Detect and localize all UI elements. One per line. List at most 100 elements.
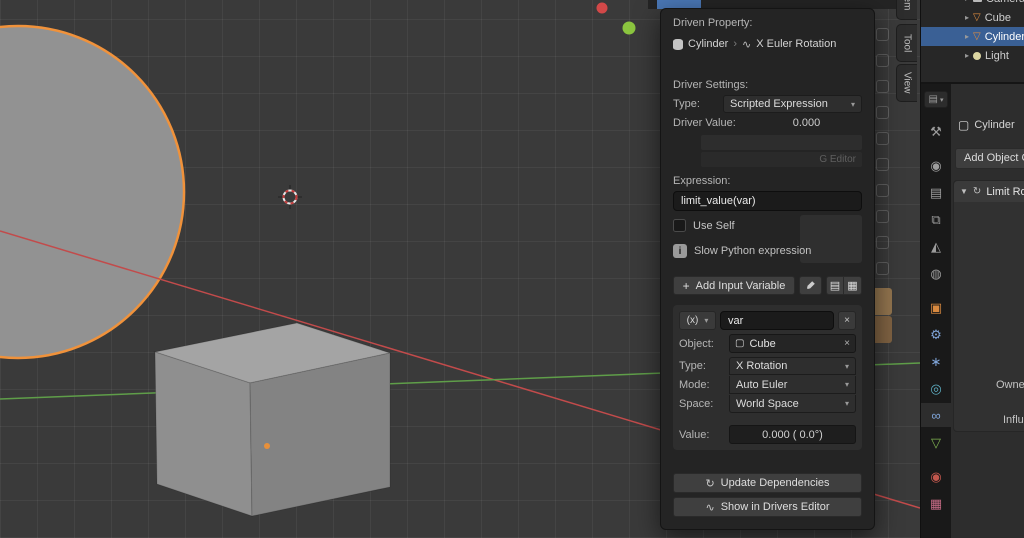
cube-icon: ▢ (735, 338, 744, 349)
space-dropdown[interactable]: World Space ▾ (729, 395, 856, 413)
clear-object-icon[interactable]: × (844, 338, 850, 349)
rotation-mode-dropdown[interactable]: Auto Euler ▾ (729, 376, 856, 394)
cube-object[interactable] (155, 323, 390, 516)
obscured-icon (876, 28, 889, 41)
gizmo-axis-dot-red[interactable] (597, 3, 608, 14)
breadcrumb-object-name: Cylinder (974, 119, 1014, 131)
outliner-row-camera[interactable]: ▸ Camera (921, 0, 1024, 8)
add-input-variable-label: Add Input Variable (696, 280, 786, 292)
properties-tab-texture[interactable]: ▦ (921, 491, 951, 515)
expression-label: Expression: (673, 175, 862, 187)
driver-type-dropdown[interactable]: Scripted Expression ▾ (723, 95, 862, 113)
constraint-icon: ↻ (973, 186, 981, 197)
sidebar-tab-tool[interactable]: Tool (896, 24, 917, 62)
expand-icon[interactable]: ▸ (965, 0, 969, 3)
properties-tab-material[interactable]: ◉ (921, 464, 951, 488)
mesh-icon: ▽ (973, 12, 981, 23)
show-in-drivers-editor-label: Show in Drivers Editor (721, 501, 830, 513)
use-self-checkbox[interactable] (673, 219, 686, 232)
driver-value-label: Driver Value: (673, 117, 751, 129)
outliner-row-light[interactable]: ▸ Light (921, 46, 1024, 65)
add-object-constraint-button[interactable]: Add Object Constraint (955, 148, 1024, 169)
copy-icon: ▤ (830, 279, 840, 292)
expand-icon[interactable]: ▸ (965, 32, 969, 41)
target-object-name: Cylinder (688, 38, 728, 50)
cylinder-object[interactable] (0, 26, 184, 358)
properties-tab-modifiers[interactable]: ⚙ (921, 322, 951, 346)
channel-type-label: Type: (679, 360, 729, 372)
properties-tab-physics[interactable]: ◎ (921, 376, 951, 400)
properties-tab-particles[interactable]: ∗ (921, 349, 951, 373)
expand-icon[interactable]: ▸ (965, 13, 969, 22)
editor-type-selector[interactable]: ▤ ▾ (924, 91, 948, 108)
add-input-variable-button[interactable]: + Add Input Variable (673, 276, 795, 295)
variable-value: 0.000 ( 0.0°) (729, 425, 856, 444)
obscured-row (701, 135, 862, 150)
driver-popover: Driven Property: Cylinder › ∿ X Euler Ro… (660, 8, 875, 530)
properties-tab-constraints[interactable]: ∞ (921, 403, 951, 427)
update-dependencies-button[interactable]: ↻ Update Dependencies (673, 473, 862, 493)
properties-tab-output[interactable]: ▤ (921, 180, 951, 204)
constraint-panel-title: Limit Rotation (986, 186, 1024, 198)
driven-property-path: Cylinder › ∿ X Euler Rotation (673, 35, 862, 53)
outliner-row-cylinder[interactable]: ▸ ▽ Cylinder (921, 27, 1024, 46)
obscured-panel-icons (876, 28, 889, 288)
object-icon: ▣ (930, 301, 942, 314)
object-label: Object: (679, 338, 729, 350)
blender-window: Item Tool View Driven Property: Cylinder… (0, 0, 1024, 538)
variable-type-icon: (x) (687, 315, 699, 326)
paste-icon: ▦ (847, 279, 857, 292)
properties-tab-scene[interactable]: ◭ (921, 234, 951, 258)
obscured-icon (876, 236, 889, 249)
driven-property-label: Driven Property: (673, 17, 862, 29)
outliner-label: Camera (986, 0, 1024, 5)
properties-tab-column: ▤ ▾ ⚒ ◉ ▤ ⧉ ◭ ◍ ▣ ⚙ ∗ ◎ ∞ ▽ ◉ ▦ (921, 84, 951, 538)
chevron-down-icon: ▾ (851, 100, 855, 109)
paste-driver-variables-button[interactable]: ▦ (844, 276, 862, 295)
rotation-mode-value: Auto Euler (736, 379, 787, 391)
drivers-editor-icon: ∿ (705, 501, 714, 514)
object-origin-dot (264, 443, 270, 449)
light-icon (973, 52, 981, 60)
sidebar-tab-item[interactable]: Item (896, 0, 917, 20)
rotation-channel-value: X Rotation (736, 360, 787, 372)
show-in-drivers-editor-button[interactable]: ∿ Show in Drivers Editor (673, 497, 862, 517)
properties-breadcrumb: ▢ Cylinder (958, 118, 1015, 132)
properties-tab-render[interactable]: ◉ (921, 153, 951, 177)
right-editors: ▸ Camera ▸ ▽ Cube ▸ ▽ Cylinder ▸ Light (920, 0, 1024, 538)
obscured-icon (876, 80, 889, 93)
properties-tab-view-layer[interactable]: ⧉ (921, 207, 951, 231)
constraint-panel-header[interactable]: ▼ ↻ Limit Rotation (954, 181, 1024, 202)
variable-name-input[interactable] (720, 311, 834, 330)
sidebar-tab-view[interactable]: View (896, 64, 917, 102)
collapse-icon[interactable]: ▼ (960, 187, 968, 196)
object-picker[interactable]: ▢ Cube × (729, 334, 856, 353)
eyedropper-button[interactable] (799, 276, 822, 295)
constraint-panel: ▼ ↻ Limit Rotation (953, 180, 1024, 432)
outliner-panel: ▸ Camera ▸ ▽ Cube ▸ ▽ Cylinder ▸ Light (921, 0, 1024, 84)
remove-variable-button[interactable]: × (838, 311, 856, 330)
properties-tab-world[interactable]: ◍ (921, 261, 951, 285)
expression-input[interactable] (673, 191, 862, 211)
properties-tab-object-data[interactable]: ▽ (921, 430, 951, 454)
copy-driver-variables-button[interactable]: ▤ (826, 276, 844, 295)
rotation-channel-dropdown[interactable]: X Rotation ▾ (729, 357, 856, 375)
expand-icon[interactable]: ▸ (965, 51, 969, 60)
obscured-icon (876, 106, 889, 119)
influence-label: Influence (1003, 414, 1024, 426)
type-label: Type: (673, 98, 723, 110)
mesh-icon: ▽ (973, 31, 981, 42)
gizmo-axis-dot-green[interactable] (623, 22, 636, 35)
chevron-down-icon: ▾ (940, 96, 944, 104)
refresh-icon: ↻ (705, 477, 714, 490)
obscured-icon (876, 158, 889, 171)
properties-tab-object[interactable]: ▣ (921, 295, 951, 319)
owner-space-label: Owner Space (996, 379, 1024, 391)
space-value: World Space (736, 398, 799, 410)
material-icon: ◉ (930, 470, 941, 483)
space-label: Space: (679, 398, 729, 410)
outliner-row-cube[interactable]: ▸ ▽ Cube (921, 8, 1024, 27)
variable-type-dropdown[interactable]: (x) ▾ (679, 311, 716, 330)
properties-tab-tool[interactable]: ⚒ (921, 119, 951, 143)
obscured-icon (876, 54, 889, 67)
